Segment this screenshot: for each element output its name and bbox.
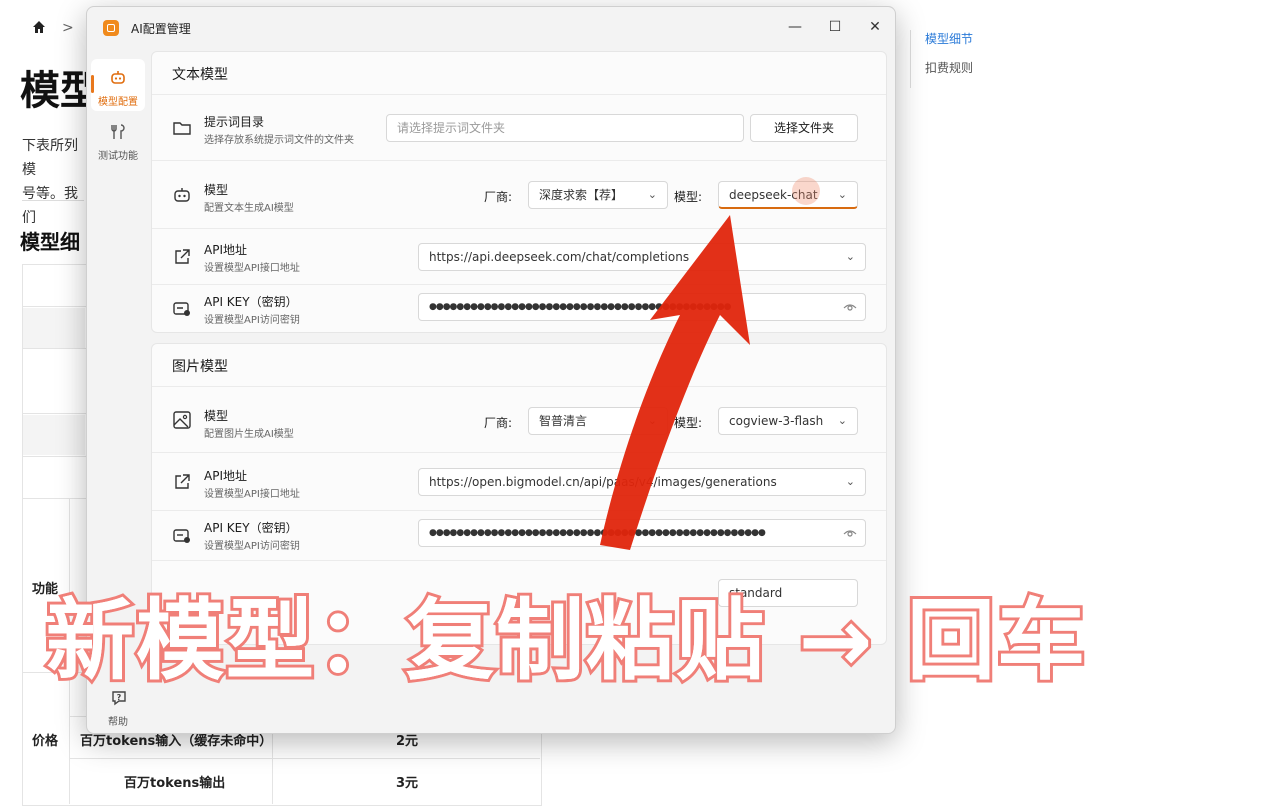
- text-api-url-row: API地址 设置模型API接口地址 https://api.deepseek.c…: [152, 228, 886, 285]
- table-cell: 百万tokens输出: [124, 776, 226, 791]
- row-title: 模型: [204, 409, 229, 423]
- row-subtitle: 设置模型API访问密钥: [204, 541, 300, 552]
- breadcrumb-separator: >: [62, 20, 74, 36]
- table-row-label: 价格: [32, 734, 59, 749]
- table-cell: 3元: [396, 776, 419, 791]
- section-title: 模型细: [20, 230, 80, 254]
- table-of-contents: 模型细节 扣费规则: [910, 30, 973, 88]
- nav-label: 模型配置: [98, 97, 138, 108]
- robot-icon: [111, 71, 125, 84]
- help-label: 帮助: [108, 717, 128, 728]
- cursor-highlight: [792, 177, 820, 205]
- title-bar[interactable]: AI配置管理 — ☐ ✕: [87, 7, 895, 47]
- chevron-down-icon: ⌄: [845, 475, 855, 488]
- maximize-button[interactable]: ☐: [821, 15, 849, 39]
- image-api-key-row: API KEY（密钥） 设置模型API访问密钥 ●●●●●●●●●●●●●●●●…: [152, 510, 886, 561]
- row-title: API地址: [204, 243, 247, 257]
- row-title: API KEY（密钥）: [204, 521, 298, 535]
- window-title: AI配置管理: [131, 22, 191, 36]
- nav-label: 测试功能: [98, 151, 138, 162]
- chevron-down-icon: ⌄: [837, 188, 847, 201]
- row-title: API地址: [204, 469, 247, 483]
- vendor-label: 厂商:: [484, 416, 513, 430]
- row-title: 提示词目录: [204, 115, 265, 129]
- row-subtitle: 设置模型API访问密钥: [204, 315, 300, 326]
- image-model-row: 模型 配置图片生成AI模型 厂商: 智普清言⌄ 模型: cogview-3-fl…: [152, 386, 886, 453]
- chevron-down-icon: ⌄: [845, 250, 855, 263]
- intro-text: 下表所列模 号等。我们: [22, 134, 82, 230]
- model-label: 模型:: [674, 190, 703, 204]
- external-link-icon: [175, 474, 190, 489]
- text-model-card: 文本模型 提示词目录 选择存放系统提示词文件的文件夹 请选择提示词文件夹 选择文…: [151, 51, 887, 333]
- prompt-dir-row: 提示词目录 选择存放系统提示词文件的文件夹 请选择提示词文件夹 选择文件夹: [152, 94, 886, 161]
- table-stripe: [23, 415, 85, 455]
- table-stripe: [23, 308, 85, 348]
- close-button[interactable]: ✕: [861, 15, 889, 39]
- home-icon[interactable]: [32, 20, 46, 34]
- text-model-row: 模型 配置文本生成AI模型 厂商: 深度求索【荐】 ⌄ 模型: deepseek-…: [152, 160, 886, 229]
- row-title: 模型: [204, 183, 229, 197]
- row-subtitle: 设置模型API接口地址: [204, 263, 300, 274]
- external-link-icon: [175, 249, 190, 264]
- arrow-shape: [600, 215, 750, 550]
- folder-icon: [173, 122, 191, 135]
- row-subtitle: 配置图片生成AI模型: [204, 429, 294, 440]
- tools-icon: [111, 124, 125, 139]
- row-subtitle: 配置文本生成AI模型: [204, 203, 294, 214]
- card-heading: 文本模型: [172, 67, 228, 83]
- key-card-icon: [173, 529, 190, 543]
- vendor-value: 深度求索【荐】: [539, 188, 624, 202]
- intro-line: 号等。我们: [22, 186, 78, 226]
- prompt-dir-input[interactable]: 请选择提示词文件夹: [386, 114, 744, 142]
- red-arrow-annotation: [600, 215, 750, 550]
- eye-icon[interactable]: [843, 526, 857, 540]
- minimize-button[interactable]: —: [781, 15, 809, 39]
- image-api-url-row: API地址 设置模型API接口地址 https://open.bigmodel.…: [152, 452, 886, 511]
- image-icon: [173, 411, 191, 429]
- vendor-label: 厂商:: [484, 190, 513, 204]
- toc-item[interactable]: 模型细节: [925, 30, 973, 47]
- row-title: API KEY（密钥）: [204, 295, 298, 309]
- row-subtitle: 设置模型API接口地址: [204, 489, 300, 500]
- chevron-down-icon: ⌄: [837, 414, 847, 427]
- nav-item-test[interactable]: 测试功能: [91, 113, 145, 165]
- text-api-key-row: API KEY（密钥） 设置模型API访问密钥 ●●●●●●●●●●●●●●●●…: [152, 284, 886, 332]
- intro-line: 下表所列模: [22, 138, 78, 178]
- eye-icon[interactable]: [843, 300, 857, 314]
- robot-icon: [174, 188, 190, 202]
- key-card-icon: [173, 302, 190, 316]
- overlay-caption-fill: 新模型：复制粘贴 → 回车: [46, 589, 1088, 692]
- choose-folder-button[interactable]: 选择文件夹: [750, 114, 858, 142]
- nav-item-model-config[interactable]: 模型配置: [91, 59, 145, 111]
- table-line: [70, 758, 540, 759]
- row-subtitle: 选择存放系统提示词文件的文件夹: [204, 135, 354, 146]
- toc-item[interactable]: 扣费规则: [925, 59, 973, 76]
- card-heading: 图片模型: [172, 359, 228, 375]
- app-icon: [103, 20, 119, 36]
- divider: [22, 200, 84, 201]
